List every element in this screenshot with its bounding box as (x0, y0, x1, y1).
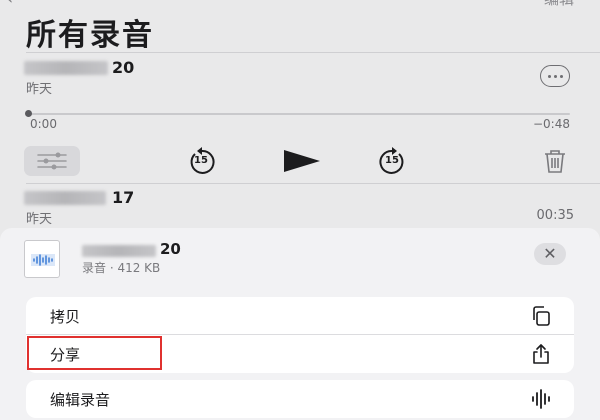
trash-icon (545, 150, 565, 173)
playback-settings-button[interactable] (24, 146, 80, 176)
play-icon (284, 150, 320, 172)
share-icon (533, 344, 549, 364)
action-copy-label: 拷贝 (50, 308, 81, 326)
blurred-name (24, 191, 106, 205)
file-name: 20 (160, 240, 181, 258)
recording-date: 昨天 (26, 212, 53, 227)
scrubber-knob[interactable] (25, 110, 32, 117)
play-button[interactable] (282, 146, 322, 176)
blurred-name (24, 61, 108, 75)
close-icon: ✕ (543, 244, 557, 263)
recording-name: 17 (112, 188, 135, 207)
back-chevron-icon[interactable]: ‹ (6, 0, 20, 9)
more-options-icon[interactable] (540, 65, 570, 87)
recording-name: 20 (112, 58, 135, 77)
recording-item[interactable]: 17 昨天 00:35 (24, 188, 576, 227)
action-edit-recording[interactable]: 编辑录音 (26, 380, 574, 418)
skip-forward-15-button[interactable]: 15 (376, 146, 408, 176)
file-meta: 录音 · 412 KB (82, 261, 161, 275)
copy-icon (533, 306, 550, 326)
remaining-time: −0:48 (532, 117, 570, 131)
recording-date: 昨天 (26, 82, 53, 97)
skip-back-15-button[interactable]: 15 (186, 146, 218, 176)
audio-file-icon (24, 240, 60, 278)
recording-duration: 00:35 (536, 208, 574, 223)
recording-item-expanded[interactable]: 20 昨天 0:00 −0:48 15 15 (24, 58, 576, 184)
waveform-thumbnail-icon (33, 254, 53, 266)
action-group: 编辑录音 (26, 380, 574, 418)
playback-scrubber[interactable] (28, 113, 570, 115)
edit-button[interactable]: 编辑 (544, 0, 574, 9)
sliders-icon (37, 152, 67, 170)
divider (26, 52, 600, 53)
action-copy[interactable]: 拷贝 (26, 297, 574, 335)
skip-forward-seconds: 15 (385, 155, 399, 166)
skip-back-seconds: 15 (194, 155, 208, 166)
blurred-file-name (82, 245, 156, 257)
close-button[interactable]: ✕ (534, 243, 566, 265)
action-edit-label: 编辑录音 (50, 391, 111, 409)
waveform-icon (532, 389, 550, 409)
delete-button[interactable] (542, 148, 568, 174)
divider (26, 183, 600, 184)
page-title: 所有录音 (26, 18, 154, 53)
elapsed-time: 0:00 (30, 117, 57, 131)
share-highlight-box (27, 336, 162, 370)
